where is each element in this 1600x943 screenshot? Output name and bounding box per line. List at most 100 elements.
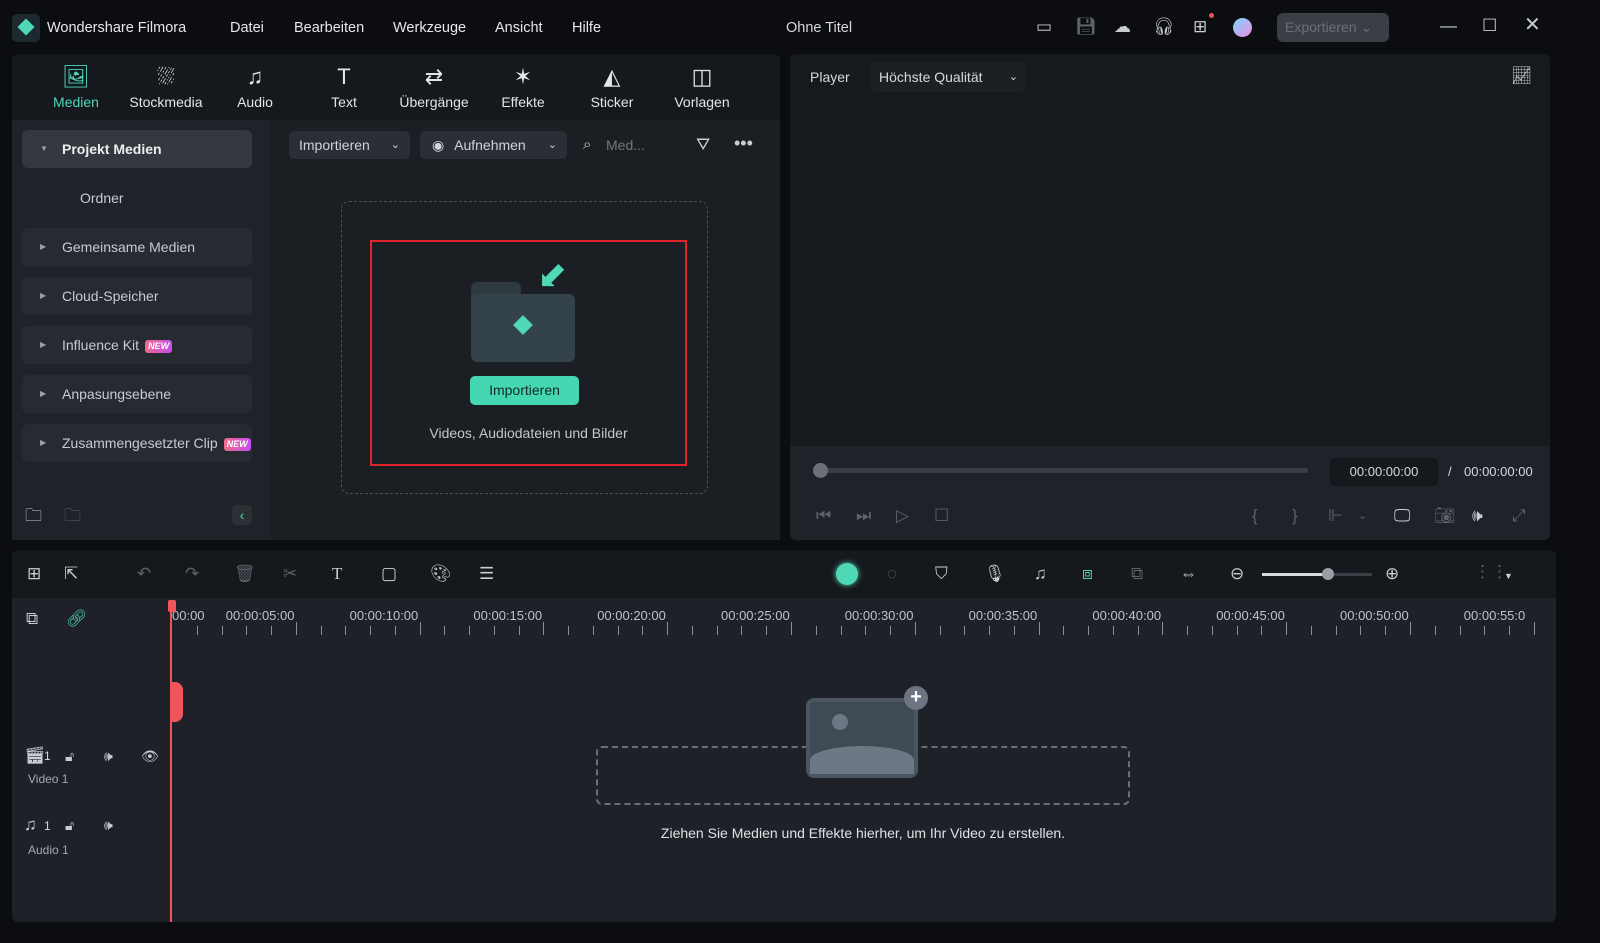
playhead[interactable] (170, 600, 172, 922)
video-lock-icon[interactable]: 🔓︎ (65, 746, 74, 766)
menu-datei[interactable]: Datei (230, 20, 264, 36)
layout-grid-icon[interactable]: ⊞ (27, 564, 41, 584)
new-folder-icon[interactable]: 🗀 (25, 506, 42, 526)
track-layout-icon[interactable]: ⋮⋮ (1474, 562, 1508, 582)
video-track-name: Video 1 (28, 772, 69, 786)
add-track-icon[interactable]: ⧉ (26, 609, 38, 629)
adjust-icon[interactable]: ☰ (479, 564, 494, 584)
move-folder-icon[interactable]: 🗀 (64, 506, 81, 526)
record-dropdown[interactable]: ◉ Aufnehmen ⌄ (420, 131, 567, 159)
microphone-icon[interactable]: 🎙︎ (984, 564, 1006, 584)
playhead-handle[interactable] (168, 600, 176, 612)
sidebar-item[interactable]: ▶ Influence Kit NEW (22, 326, 252, 364)
snapshot-icon[interactable]: 📷︎ (1434, 506, 1456, 526)
sidebar-item[interactable]: ▼ Projekt Medien (22, 130, 252, 168)
track-layout-dropdown-icon[interactable]: ▼ (1504, 566, 1513, 586)
sidebar-item[interactable]: ▶ Anpasungsebene (22, 375, 252, 413)
delete-icon[interactable]: 🗑︎ (234, 564, 256, 584)
templates-icon: ◫ (691, 64, 713, 89)
ruler-tick (1360, 626, 1362, 635)
save-icon[interactable]: 💾︎ (1075, 17, 1097, 37)
zoom-out-icon[interactable]: ⊖ (1230, 564, 1244, 584)
media-search-input[interactable] (606, 135, 676, 155)
mark-in-icon[interactable]: { (1252, 506, 1258, 526)
cut-icon[interactable]: ✂ (283, 564, 297, 584)
ruler-tick (1533, 622, 1535, 635)
link-icon[interactable]: 🔗︎ (66, 609, 88, 629)
display-icon[interactable]: 🖵︎ (1394, 506, 1410, 526)
video-visibility-icon[interactable]: 👁︎ (141, 746, 159, 766)
minimize-icon[interactable]: — (1440, 16, 1457, 36)
tab-templates[interactable]: ◫ Vorlagen (662, 64, 742, 110)
more-icon[interactable]: ••• (734, 133, 753, 153)
fullscreen-icon[interactable]: ⤢ (1512, 506, 1526, 526)
maximize-icon[interactable]: ☐ (1482, 16, 1497, 36)
crop-icon[interactable]: ▢ (381, 564, 397, 584)
quality-dropdown[interactable]: Höchste Qualität ⌄ (870, 62, 1026, 92)
audio-lock-icon[interactable]: 🔓︎ (65, 815, 74, 835)
playhead-scissor-tab[interactable] (170, 682, 183, 722)
sidebar-item[interactable]: ▶ Cloud-Speicher (22, 277, 252, 315)
render-icon[interactable]: ◌ (887, 564, 897, 584)
color-icon[interactable]: 🎨︎ (430, 564, 452, 584)
export-button[interactable]: Exportieren ⌄ (1277, 13, 1389, 42)
filter-icon[interactable]: ⛛ (696, 135, 710, 155)
notification-dot (1209, 13, 1214, 18)
insert-icon[interactable]: ⊩ (1328, 506, 1343, 526)
tab-media[interactable]: 🖼︎ Medien (36, 64, 116, 110)
import-dropdown[interactable]: Importieren ⌄ (289, 131, 410, 159)
select-tool-icon[interactable]: ⇱ (64, 564, 78, 584)
audio-list-icon[interactable]: ♫ (1034, 564, 1047, 584)
stop-icon[interactable]: ☐ (934, 506, 949, 526)
play-icon[interactable]: ▷ (896, 506, 909, 526)
volume-icon[interactable]: 🕪︎ (1472, 506, 1483, 526)
tab-label: Audio (237, 94, 273, 110)
pip-icon[interactable]: ⧉ (1131, 564, 1143, 584)
headset-icon[interactable]: 🎧︎ (1153, 17, 1175, 37)
mark-out-icon[interactable]: } (1292, 506, 1298, 526)
fit-icon[interactable]: ⇔ (1180, 564, 1197, 584)
ruler-tick (444, 626, 446, 635)
prev-frame-icon[interactable]: ⏮︎ (816, 506, 831, 526)
tab-effects[interactable]: ✶ Effekte (483, 64, 563, 110)
audio-mute-icon[interactable]: 🕪︎ (104, 815, 113, 835)
redo-icon[interactable]: ↷ (185, 564, 199, 584)
zoom-in-icon[interactable]: ⊕ (1385, 564, 1399, 584)
ruler-tick (345, 626, 347, 635)
waveform-monitor-icon[interactable]: 📈︎ (1511, 66, 1533, 86)
tab-music[interactable]: ♫ Audio (215, 64, 295, 110)
menu-ansicht[interactable]: Ansicht (495, 20, 543, 36)
zoom-slider-handle[interactable] (1322, 568, 1334, 580)
menu-bearbeiten[interactable]: Bearbeiten (294, 20, 364, 36)
text-tool-icon[interactable]: T (332, 564, 342, 584)
player-scrubber[interactable] (818, 468, 1308, 473)
tab-transition[interactable]: ⇄ Übergänge (394, 64, 474, 110)
tab-text[interactable]: T Text (304, 64, 384, 110)
marker-icon[interactable]: ⛉ (935, 564, 948, 584)
ruler-tick (469, 626, 471, 635)
video-mute-icon[interactable]: 🕪︎ (104, 746, 113, 766)
cloud-icon[interactable]: ☁ (1114, 17, 1131, 37)
ruler-label: 00:00:35:00 (968, 608, 1038, 623)
layout-icon[interactable]: ▭ (1036, 17, 1052, 37)
tab-stock[interactable]: ⛆ Stockmedia (126, 64, 206, 110)
scrubber-handle[interactable] (813, 463, 828, 478)
timeline-zoom-slider[interactable] (1262, 573, 1372, 576)
ai-assistant-icon[interactable] (836, 563, 858, 585)
sidebar-item-ordner[interactable]: Ordner (80, 190, 124, 206)
menu-werkzeuge[interactable]: Werkzeuge (393, 20, 466, 36)
ai-cut-icon[interactable]: ⧈ (1082, 564, 1093, 584)
apps-icon[interactable]: ⊞ (1193, 17, 1207, 37)
undo-icon[interactable]: ↶ (137, 564, 151, 584)
menu-hilfe[interactable]: Hilfe (572, 20, 601, 36)
next-frame-icon[interactable]: ⏭︎ (856, 506, 871, 526)
sidebar-item[interactable]: ▶ Gemeinsame Medien (22, 228, 252, 266)
avatar[interactable] (1233, 18, 1252, 37)
close-icon[interactable]: ✕ (1524, 15, 1541, 35)
current-time[interactable]: 00:00:00:00 (1330, 458, 1438, 486)
tab-sticker[interactable]: ◭ Sticker (572, 64, 652, 110)
collapse-sidebar-button[interactable]: ‹ (232, 505, 252, 525)
sidebar-item[interactable]: ▶ Zusammengesetzter Clip NEW (22, 424, 252, 462)
insert-dropdown-icon[interactable]: ⌄ (1358, 506, 1367, 526)
dropzone-import-button[interactable]: Importieren (470, 376, 579, 405)
